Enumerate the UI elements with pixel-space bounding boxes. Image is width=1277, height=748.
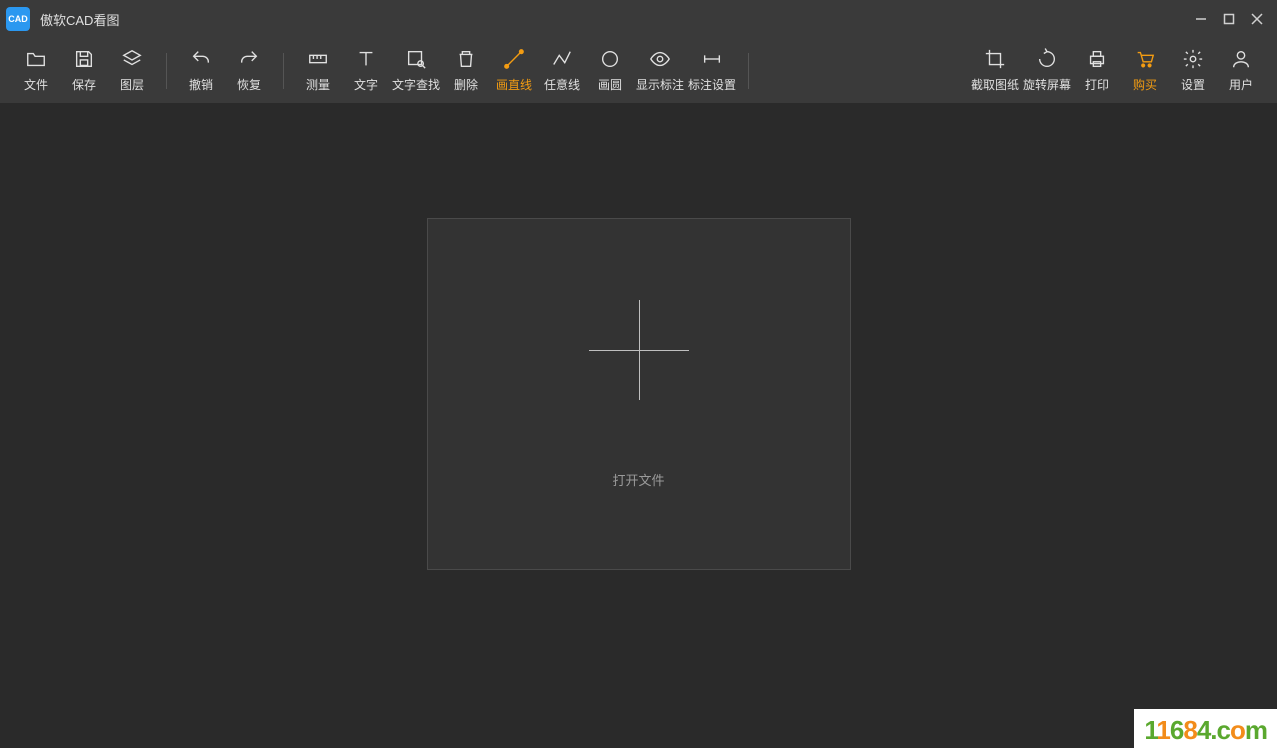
settings-button[interactable]: 设置 bbox=[1169, 41, 1217, 101]
trash-icon bbox=[455, 48, 477, 70]
find-text-label: 文字查找 bbox=[392, 76, 440, 93]
rotate-label: 旋转屏幕 bbox=[1023, 76, 1071, 93]
search-text-icon bbox=[405, 48, 427, 70]
watermark: 11684.com bbox=[1134, 709, 1277, 748]
crop-icon bbox=[984, 48, 1006, 70]
app-icon: CAD bbox=[6, 7, 30, 31]
gear-icon bbox=[1182, 48, 1204, 70]
text-icon bbox=[355, 48, 377, 70]
maximize-button[interactable] bbox=[1215, 5, 1243, 33]
delete-label: 删除 bbox=[454, 76, 478, 93]
find-text-button[interactable]: 文字查找 bbox=[390, 41, 442, 101]
save-icon bbox=[73, 48, 95, 70]
file-label: 文件 bbox=[24, 76, 48, 93]
redo-label: 恢复 bbox=[237, 76, 261, 93]
dimension-icon bbox=[701, 48, 723, 70]
eye-icon bbox=[649, 48, 671, 70]
file-button[interactable]: 文件 bbox=[12, 41, 60, 101]
user-label: 用户 bbox=[1229, 76, 1253, 93]
line-icon bbox=[503, 48, 525, 70]
open-file-label: 打开文件 bbox=[612, 470, 664, 489]
delete-button[interactable]: 删除 bbox=[442, 41, 490, 101]
annotation-settings-label: 标注设置 bbox=[688, 76, 736, 93]
undo-button[interactable]: 撤销 bbox=[177, 41, 225, 101]
open-file-panel[interactable]: 打开文件 bbox=[427, 218, 851, 570]
polyline-button[interactable]: 任意线 bbox=[538, 41, 586, 101]
user-button[interactable]: 用户 bbox=[1217, 41, 1265, 101]
circle-button[interactable]: 画圆 bbox=[586, 41, 634, 101]
line-button[interactable]: 画直线 bbox=[490, 41, 538, 101]
window-controls bbox=[1187, 5, 1271, 33]
undo-icon bbox=[190, 48, 212, 70]
measure-button[interactable]: 测量 bbox=[294, 41, 342, 101]
print-label: 打印 bbox=[1085, 76, 1109, 93]
settings-label: 设置 bbox=[1181, 76, 1205, 93]
buy-button[interactable]: 购买 bbox=[1121, 41, 1169, 101]
undo-label: 撤销 bbox=[189, 76, 213, 93]
user-icon bbox=[1230, 48, 1252, 70]
save-button[interactable]: 保存 bbox=[60, 41, 108, 101]
plus-icon bbox=[589, 300, 689, 400]
minimize-button[interactable] bbox=[1187, 5, 1215, 33]
show-annotations-button[interactable]: 显示标注 bbox=[634, 41, 686, 101]
app-title: 傲软CAD看图 bbox=[40, 10, 1187, 29]
print-button[interactable]: 打印 bbox=[1073, 41, 1121, 101]
layers-button[interactable]: 图层 bbox=[108, 41, 156, 101]
buy-label: 购买 bbox=[1133, 76, 1157, 93]
rotate-button[interactable]: 旋转屏幕 bbox=[1021, 41, 1073, 101]
crop-button[interactable]: 截取图纸 bbox=[969, 41, 1021, 101]
measure-label: 测量 bbox=[306, 76, 330, 93]
show-annotations-label: 显示标注 bbox=[636, 76, 684, 93]
save-label: 保存 bbox=[72, 76, 96, 93]
circle-icon bbox=[599, 48, 621, 70]
crop-label: 截取图纸 bbox=[971, 76, 1019, 93]
redo-button[interactable]: 恢复 bbox=[225, 41, 273, 101]
text-label: 文字 bbox=[354, 76, 378, 93]
annotation-settings-button[interactable]: 标注设置 bbox=[686, 41, 738, 101]
printer-icon bbox=[1086, 48, 1108, 70]
separator bbox=[166, 53, 167, 89]
separator bbox=[748, 53, 749, 89]
ruler-icon bbox=[307, 48, 329, 70]
redo-icon bbox=[238, 48, 260, 70]
folder-icon bbox=[25, 48, 47, 70]
title-bar: CAD 傲软CAD看图 bbox=[0, 0, 1277, 38]
rotate-icon bbox=[1036, 48, 1058, 70]
canvas-area: 打开文件 bbox=[0, 103, 1277, 748]
text-button[interactable]: 文字 bbox=[342, 41, 390, 101]
separator bbox=[283, 53, 284, 89]
close-button[interactable] bbox=[1243, 5, 1271, 33]
cart-icon bbox=[1134, 48, 1156, 70]
polyline-label: 任意线 bbox=[544, 76, 580, 93]
polyline-icon bbox=[551, 48, 573, 70]
toolbar: 文件 保存 图层 撤销 恢复 测量 文字 文字查找 删除 画直线 任意线 bbox=[0, 38, 1277, 103]
circle-label: 画圆 bbox=[598, 76, 622, 93]
line-label: 画直线 bbox=[496, 76, 532, 93]
layers-label: 图层 bbox=[120, 76, 144, 93]
layers-icon bbox=[121, 48, 143, 70]
